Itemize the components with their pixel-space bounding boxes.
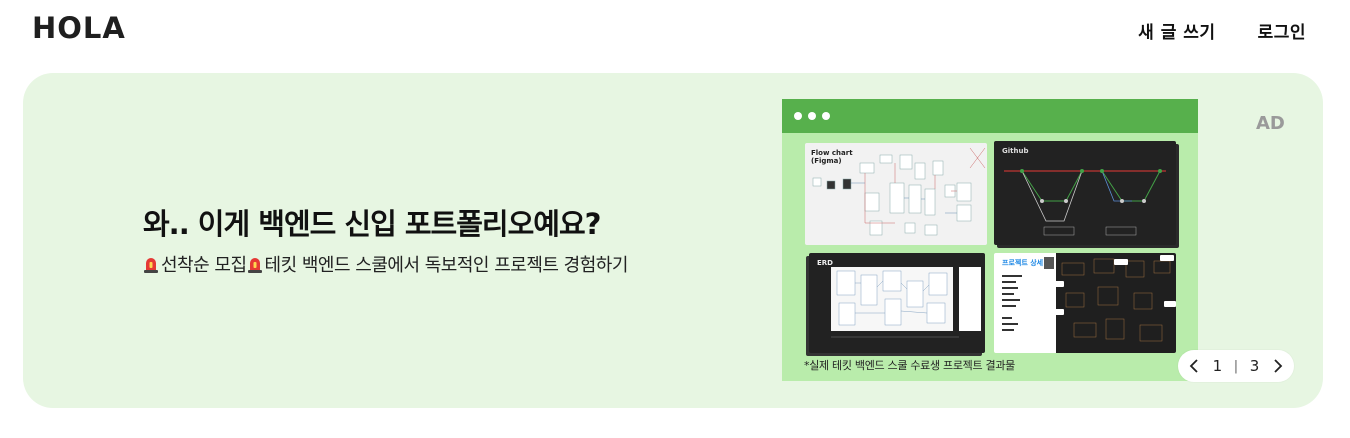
banner-headline: 와.. 이게 백엔드 신입 포트폴리오예요? xyxy=(143,207,601,241)
pager-current: 1 xyxy=(1212,357,1223,375)
window-title-bar xyxy=(782,99,1198,133)
banner-subline: 선착순 모집 테킷 백엔드 스쿨에서 독보적인 프로젝트 경험하기 xyxy=(143,251,628,277)
subline-description-text: 테킷 백엔드 스쿨에서 독보적인 프로젝트 경험하기 xyxy=(264,255,629,276)
pager-separator: | xyxy=(1233,358,1239,374)
carousel-pager: 1 | 3 xyxy=(1178,350,1294,382)
project-detail-thumbnail: 프로젝트 상세 xyxy=(994,253,1176,353)
top-navigation-bar: HOLA 새 글 쓰기 로그인 xyxy=(0,0,1350,58)
ad-banner[interactable]: 와.. 이게 백엔드 신입 포트폴리오예요? 선착순 모집 테킷 백엔드 스쿨에… xyxy=(23,73,1323,408)
flow-chart-thumbnail: Flow chart (Figma) xyxy=(805,143,987,245)
subline-recruit-text: 선착순 모집 xyxy=(161,255,247,276)
window-dot xyxy=(822,112,830,120)
github-branch-diagram xyxy=(1004,169,1166,236)
login-button[interactable]: 로그인 xyxy=(1258,18,1306,43)
github-thumbnail: Github xyxy=(994,141,1176,245)
erd-diagram xyxy=(831,267,981,338)
logo-text: HOLA xyxy=(32,11,126,45)
siren-icon xyxy=(247,257,262,273)
project-detail-diagram xyxy=(1002,253,1176,353)
hola-logo[interactable]: HOLA xyxy=(32,11,126,45)
image-caption: *실제 테킷 백엔드 스쿨 수료생 프로젝트 결과물 xyxy=(804,359,1015,372)
banner-image: Flow chart (Figma) Github ERD 프로젝트 상세 *실… xyxy=(782,99,1198,381)
ad-label: AD xyxy=(1256,113,1285,134)
new-post-button[interactable]: 새 글 쓰기 xyxy=(1138,18,1215,43)
window-dot xyxy=(794,112,802,120)
erd-thumbnail: ERD xyxy=(809,253,985,353)
flow-chart-diagram xyxy=(812,147,986,236)
chevron-left-icon[interactable] xyxy=(1187,359,1201,373)
window-dot xyxy=(808,112,816,120)
chevron-right-icon[interactable] xyxy=(1271,359,1285,373)
pager-total: 3 xyxy=(1249,357,1260,375)
header-nav: 새 글 쓰기 로그인 xyxy=(1138,18,1306,43)
siren-icon xyxy=(144,257,158,273)
